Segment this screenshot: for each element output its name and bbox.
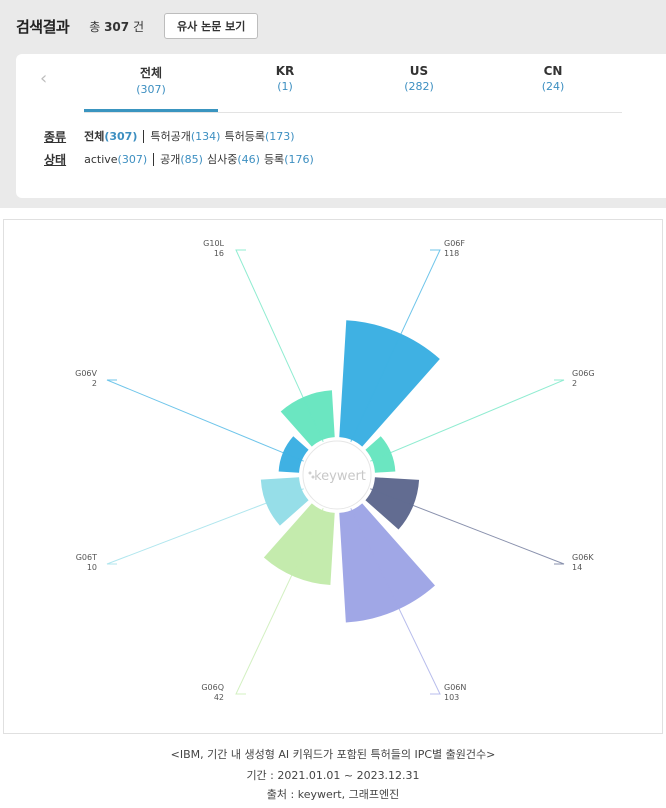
sector-label-value: 103 [444, 693, 459, 702]
sector-label-code: G06F [444, 239, 465, 248]
tab-kr[interactable]: KR (1) [218, 64, 352, 93]
filter-status-published[interactable]: 공개(85) [160, 151, 203, 167]
caption-source: 출처 : keywert, 그래프엔진 [266, 788, 400, 801]
filter-status-active[interactable]: active(307) [84, 153, 147, 166]
leader-line [106, 379, 304, 462]
sector-label-code: G06K [572, 553, 594, 562]
sector-label-value: 2 [572, 379, 577, 388]
ipc-polar-chart: G06F118G06G2G06K14G06N103G06Q42G06T10G06… [75, 239, 595, 702]
sector-label-code: G10L [203, 239, 224, 248]
total-count: 총 307 건 [89, 19, 145, 34]
polar-sector-g06f[interactable] [339, 320, 440, 447]
polar-sector-g10l[interactable] [280, 390, 335, 447]
tabs-divider [84, 112, 622, 113]
sector-label-code: G06V [75, 369, 97, 378]
filter-separator [153, 152, 155, 166]
sector-label-value: 10 [87, 563, 97, 572]
caption-period: 기간 : 2021.01.01 ~ 2023.12.31 [246, 769, 420, 782]
sector-label-value: 118 [444, 249, 459, 258]
caption-title: <IBM, 기간 내 생성형 AI 키워드가 포함된 특허들의 IPC별 출원건… [170, 748, 496, 761]
similar-papers-button[interactable]: 유사 논문 보기 [164, 13, 259, 39]
sector-label-code: G06N [444, 683, 466, 692]
sector-label-code: G06T [76, 553, 97, 562]
sector-label-value: 14 [572, 563, 582, 572]
filter-type-registered[interactable]: 특허등록(173) [224, 128, 294, 144]
sector-label-code: G06G [572, 369, 595, 378]
polar-sector-g06n[interactable] [339, 503, 435, 623]
tab-us[interactable]: US (282) [352, 64, 486, 93]
search-results-panel: 검색결과 총 307 건 유사 논문 보기 ‹ 전체 (307) KR (1) … [0, 0, 666, 208]
country-tabs: ‹ 전체 (307) KR (1) US (282) CN (24) [16, 54, 666, 113]
sector-label-value: 16 [214, 249, 224, 258]
results-header: 검색결과 총 307 건 유사 논문 보기 [16, 12, 259, 40]
filter-status-examination[interactable]: 심사중(46) [207, 151, 260, 167]
filter-status-label: 상태 [44, 152, 67, 167]
page-title: 검색결과 [16, 17, 70, 36]
sector-label-value: 2 [92, 379, 97, 388]
leader-line [235, 249, 324, 442]
filter-status-registered[interactable]: 등록(176) [264, 151, 314, 167]
filter-type-row: 종류 전체(307) 특허공개(134) 특허등록(173) [44, 127, 299, 145]
filter-type-label: 종류 [44, 129, 67, 144]
chevron-left-icon[interactable]: ‹ [40, 68, 47, 89]
sector-label-value: 42 [214, 693, 224, 702]
filter-separator [143, 129, 145, 143]
keywert-logo-icon [308, 471, 312, 475]
filter-status-row: 상태 active(307) 공개(85) 심사중(46) 등록(176) [44, 150, 318, 168]
filter-type-published[interactable]: 특허공개(134) [150, 128, 220, 144]
ipc-chart: G06F 118 G06G 2 G06K 14 G06N 103 G06Q 42 G06T 10 G06… [3, 219, 663, 734]
filter-type-all[interactable]: 전체(307) [84, 128, 137, 144]
sector-label-code: G06Q [201, 683, 224, 692]
tab-cn[interactable]: CN (24) [486, 64, 620, 93]
chart-watermark: keywert [314, 469, 366, 484]
tab-all[interactable]: 전체 (307) [84, 64, 218, 112]
results-card: ‹ 전체 (307) KR (1) US (282) CN (24) 종류 전체… [16, 54, 666, 198]
leader-line [235, 508, 324, 695]
